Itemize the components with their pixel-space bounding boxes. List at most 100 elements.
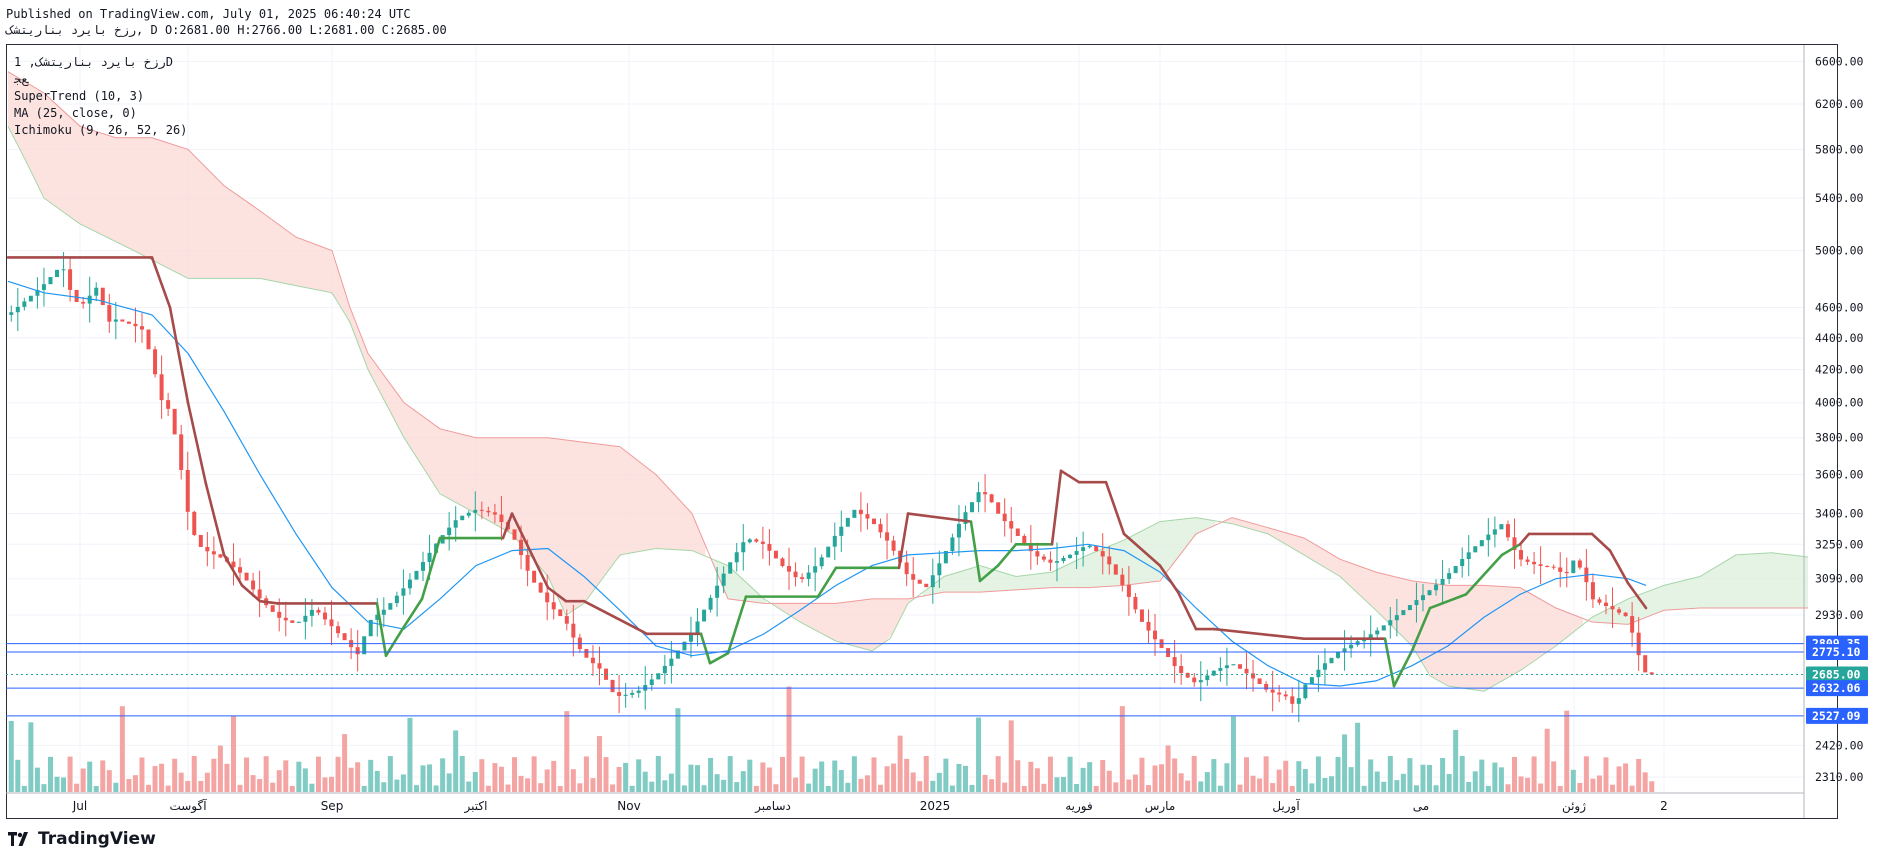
volume-bar bbox=[146, 784, 152, 792]
price-label: 2685.00 bbox=[1812, 668, 1861, 682]
candle-body bbox=[153, 349, 158, 375]
candle-body bbox=[1048, 559, 1053, 563]
volume-bar bbox=[1583, 756, 1589, 792]
candle-body bbox=[1394, 615, 1399, 621]
candle-body bbox=[1610, 605, 1615, 610]
candle-body bbox=[558, 609, 563, 617]
volume-bar bbox=[1525, 777, 1531, 792]
volume-bar bbox=[1289, 785, 1295, 792]
indicator-legend: رزخ بایرد بناریتشک, 1D ﻊﺠ SuperTrend (10, … bbox=[14, 54, 187, 139]
candle-body bbox=[800, 577, 805, 579]
volume-bar bbox=[760, 762, 766, 792]
candle-body bbox=[1244, 668, 1249, 674]
volume-bar bbox=[263, 756, 269, 792]
candle-body bbox=[793, 571, 798, 578]
candle-body bbox=[342, 633, 347, 641]
candle-body bbox=[1264, 684, 1269, 690]
volume-bar bbox=[825, 785, 831, 792]
candle-body bbox=[930, 575, 935, 588]
volume-bar bbox=[590, 778, 596, 792]
volume-bar bbox=[753, 785, 759, 792]
volume-bar bbox=[1446, 774, 1452, 792]
volume-bar bbox=[1394, 780, 1400, 792]
x-tick-label: اکتبر bbox=[464, 799, 488, 814]
volume-bar bbox=[446, 773, 452, 792]
volume-bar bbox=[1596, 775, 1602, 792]
candle-body bbox=[1277, 692, 1282, 695]
volume-bar bbox=[1348, 767, 1354, 792]
candle-body bbox=[61, 269, 66, 271]
candle-body bbox=[466, 512, 471, 516]
volume-bar bbox=[1616, 766, 1622, 792]
tradingview-logo[interactable]: TradingView bbox=[8, 829, 156, 849]
candle-body bbox=[1224, 665, 1229, 669]
candle-body bbox=[1519, 550, 1524, 560]
candle-body bbox=[950, 537, 955, 551]
volume-bar bbox=[1230, 716, 1236, 792]
candle-body bbox=[81, 301, 86, 304]
volume-bar bbox=[623, 762, 629, 792]
volume-bar bbox=[1191, 756, 1197, 792]
legend-supertrend[interactable]: SuperTrend (10, 3) bbox=[14, 88, 187, 105]
candle-body bbox=[571, 623, 576, 638]
volume-bar bbox=[518, 775, 524, 792]
volume-bar bbox=[400, 774, 406, 792]
volume-bar bbox=[701, 785, 707, 792]
price-chart[interactable]: 6600.00 6200.00 5800.00 5400.00 5000.00 4600.… bbox=[0, 0, 1878, 858]
volume-bar bbox=[342, 734, 348, 792]
volume-bar bbox=[21, 785, 27, 792]
volume-bar bbox=[917, 781, 923, 792]
candle-body bbox=[257, 589, 262, 599]
volume-bar bbox=[106, 770, 112, 792]
volume-bar bbox=[1002, 782, 1008, 792]
candle-body bbox=[1022, 535, 1027, 544]
candle-body bbox=[1453, 566, 1458, 574]
volume-bar bbox=[8, 721, 14, 792]
candle-body bbox=[479, 509, 484, 511]
candle-body bbox=[806, 572, 811, 579]
candle-body bbox=[1166, 648, 1171, 658]
candle-body bbox=[1283, 694, 1288, 697]
volume-bar bbox=[1459, 756, 1465, 792]
candle-body bbox=[1434, 584, 1439, 591]
volume-bar bbox=[610, 784, 616, 792]
volume-bar bbox=[1400, 773, 1406, 792]
x-tick-label: مارس bbox=[1145, 799, 1176, 814]
volume-bar bbox=[1342, 734, 1348, 792]
volume-bar bbox=[1498, 767, 1504, 792]
volume-bar bbox=[492, 763, 498, 792]
volume-bar bbox=[1015, 760, 1021, 792]
candle-body bbox=[1617, 609, 1622, 613]
volume-bar bbox=[1472, 771, 1478, 792]
volume-bar bbox=[668, 773, 674, 792]
candle-body bbox=[1630, 616, 1635, 633]
volume-bar bbox=[891, 763, 897, 792]
volume-bar bbox=[67, 756, 73, 792]
candle-body bbox=[832, 535, 837, 547]
x-tick-label: دسامبر bbox=[754, 799, 791, 814]
candle-body bbox=[473, 509, 478, 513]
legend-ichimoku[interactable]: Ichimoku (9, 26, 52, 26) bbox=[14, 122, 187, 139]
y-tick-label: 4000.00 bbox=[1815, 396, 1864, 410]
volume-bar bbox=[1649, 781, 1655, 792]
candle-body bbox=[1623, 612, 1628, 617]
candle-body bbox=[1270, 689, 1275, 693]
legend-ma[interactable]: MA (25, close, 0) bbox=[14, 105, 187, 122]
candle-body bbox=[1081, 547, 1086, 552]
legend-symbol[interactable]: رزخ بایرد بناریتشک, 1D bbox=[14, 54, 187, 71]
volume-bar bbox=[1427, 764, 1433, 792]
candle-body bbox=[519, 539, 524, 556]
candle-body bbox=[1296, 698, 1301, 704]
volume-bar bbox=[1564, 710, 1570, 792]
candle-body bbox=[1368, 634, 1373, 638]
volume-bar bbox=[1283, 760, 1289, 792]
supertrend-segment bbox=[1518, 532, 1531, 546]
candle-body bbox=[303, 615, 308, 622]
candle-body bbox=[1035, 551, 1040, 557]
x-tick-label: آوریل bbox=[1272, 798, 1300, 814]
x-tick-label: فوریه bbox=[1065, 799, 1093, 814]
candle-body bbox=[1466, 552, 1471, 559]
volume-bar bbox=[564, 711, 570, 792]
volume-bar bbox=[727, 756, 733, 792]
candle-body bbox=[388, 603, 393, 610]
